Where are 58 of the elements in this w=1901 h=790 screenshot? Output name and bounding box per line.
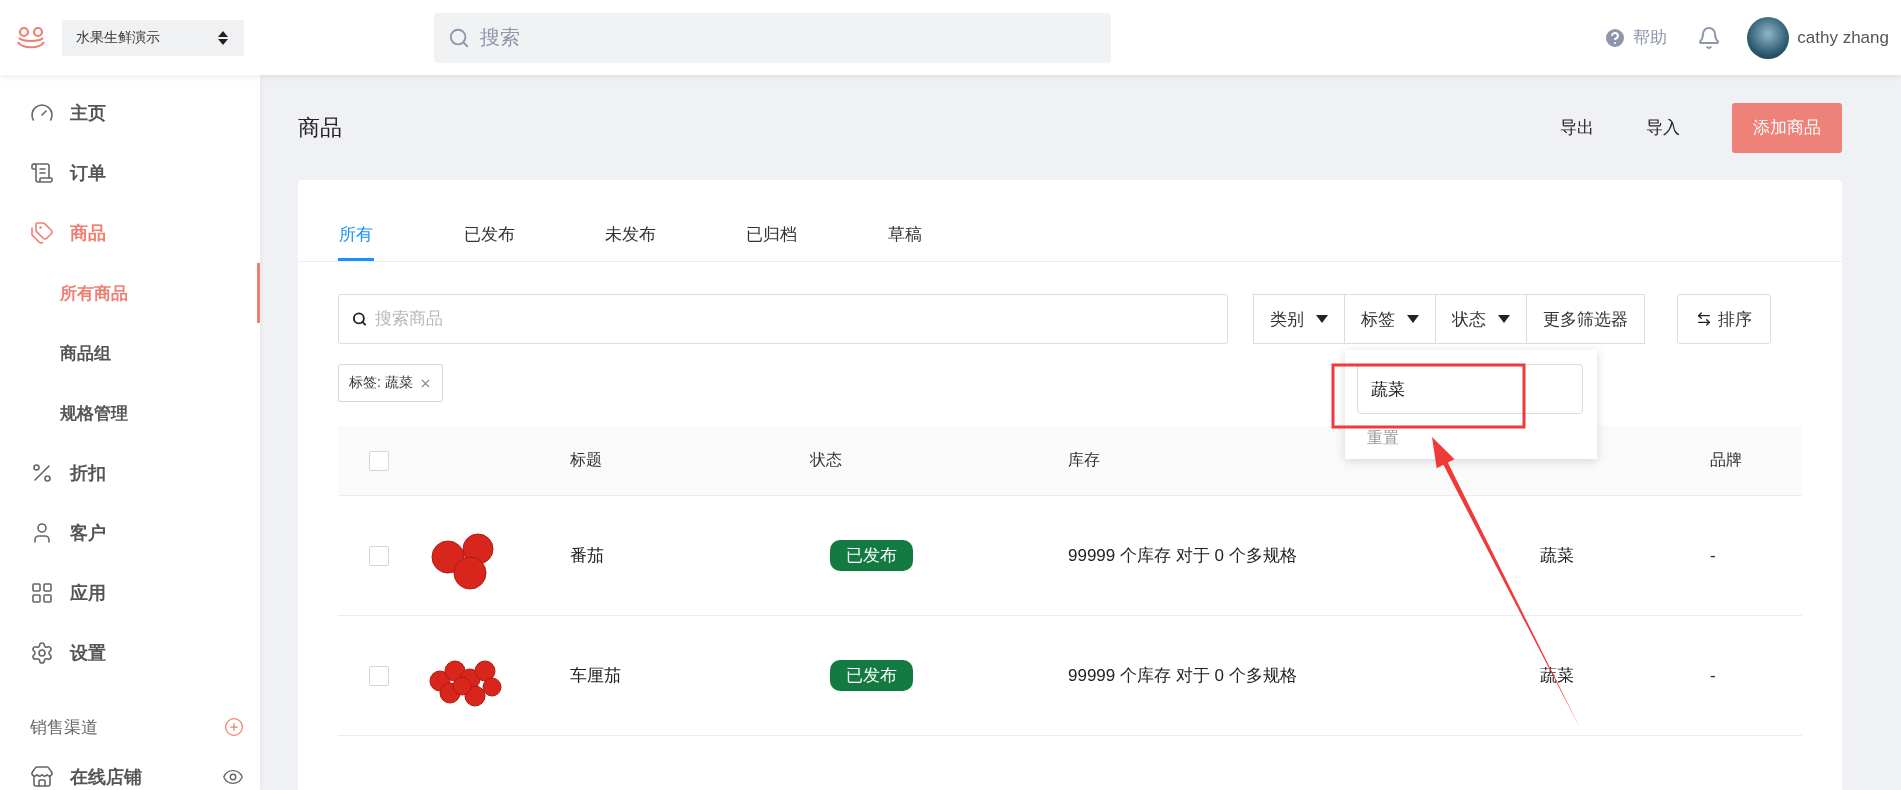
checkbox[interactable]: [369, 665, 389, 686]
user-name[interactable]: cathy zhang: [1797, 27, 1889, 48]
column-header: 状态: [810, 450, 843, 470]
nav-item[interactable]: 折扣: [0, 443, 260, 503]
sort-button[interactable]: 排序: [1677, 294, 1771, 344]
tab[interactable]: 已归档: [746, 211, 797, 261]
search-icon: [448, 26, 470, 49]
filter-button[interactable]: 标签: [1344, 294, 1436, 344]
nav-item[interactable]: 订单: [0, 143, 260, 203]
nav-item[interactable]: 应用: [0, 563, 260, 623]
store-icon: [30, 765, 54, 789]
column-header: 库存: [1068, 450, 1101, 470]
search-icon: [352, 311, 367, 327]
table-cell-text: -: [1710, 545, 1717, 566]
notifications-button[interactable]: [1697, 25, 1722, 50]
tag-icon: [30, 221, 54, 245]
avatar[interactable]: [1747, 16, 1790, 59]
table-cell-text: -: [1710, 665, 1717, 686]
filter-button[interactable]: 更多筛选器: [1526, 294, 1645, 344]
section-title: 销售渠道: [30, 716, 98, 739]
checkbox[interactable]: [369, 450, 389, 471]
checkbox[interactable]: [369, 545, 389, 566]
column-header: 品牌: [1710, 450, 1743, 470]
sort-arrows-icon: [218, 30, 228, 45]
swap-arrows-icon: [1696, 311, 1712, 327]
grid-icon: [30, 581, 54, 605]
column-header: 标题: [570, 450, 603, 470]
nav-subitem[interactable]: 商品组: [0, 323, 260, 383]
filter-button[interactable]: 类别: [1253, 294, 1345, 344]
search-field[interactable]: 搜索商品: [338, 294, 1228, 344]
text-button[interactable]: 导入: [1646, 108, 1680, 147]
tab[interactable]: 已发布: [464, 211, 515, 261]
search-field[interactable]: 搜索: [434, 12, 1111, 63]
add-icon[interactable]: [224, 717, 244, 737]
table-cell-text: 99999 个库存 对于 0 个多规格: [1068, 545, 1298, 567]
tab[interactable]: 未发布: [605, 211, 656, 261]
table-cell-text: 蔬菜: [1540, 545, 1575, 567]
nav-item[interactable]: 客户: [0, 503, 260, 563]
document-icon: [30, 161, 54, 185]
status-badge: 已发布: [830, 660, 913, 691]
tab[interactable]: 草稿: [887, 211, 923, 261]
nav-item[interactable]: 在线店铺: [0, 757, 260, 790]
settings-icon: [30, 641, 54, 665]
input-field[interactable]: 蔬菜: [1357, 364, 1583, 414]
nav-item[interactable]: 主页: [0, 83, 260, 143]
chip-label: 标签: 蔬菜: [349, 374, 413, 392]
page-title: 商品: [298, 113, 342, 142]
filter-button[interactable]: 状态: [1435, 294, 1527, 344]
text-button[interactable]: 导出: [1560, 108, 1594, 147]
status-badge: 已发布: [830, 540, 913, 571]
nav-subitem[interactable]: 规格管理: [0, 383, 260, 443]
table-cell-text: 车厘茄: [570, 665, 622, 687]
frog-logo-icon[interactable]: [16, 25, 46, 50]
nav-item[interactable]: 设置: [0, 623, 260, 683]
store-selector[interactable]: 水果生鲜演示: [62, 19, 244, 56]
percent-icon: [30, 461, 54, 485]
table-cell-text: 番茄: [570, 545, 605, 567]
table-cell-text: 99999 个库存 对于 0 个多规格: [1068, 665, 1298, 687]
